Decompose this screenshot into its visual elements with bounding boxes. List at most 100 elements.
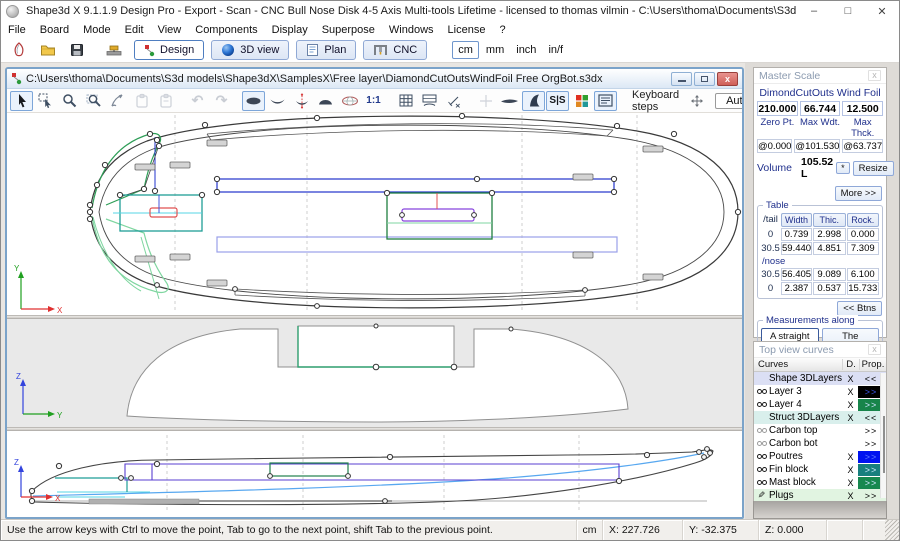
curve-row-layer-3[interactable]: Layer 3X>>	[754, 385, 886, 398]
open-folder-icon[interactable]	[35, 40, 61, 61]
curve-display-toggle[interactable]: X	[843, 374, 858, 384]
thickness-view-icon[interactable]	[314, 91, 337, 111]
curves-panel-title-bar[interactable]: Top view curves x	[754, 342, 886, 358]
layer-visibility-icon[interactable]	[754, 428, 769, 433]
stringer-icon[interactable]: S|S	[546, 91, 569, 111]
curve-display-toggle[interactable]: X	[843, 413, 858, 423]
threed-view-button[interactable]: 3D view	[211, 40, 289, 60]
scan-machine-icon[interactable]	[101, 40, 127, 61]
tail-row-0-value[interactable]: 2.998	[813, 228, 845, 241]
layer-visibility-icon[interactable]	[754, 480, 769, 485]
layer-visibility-icon[interactable]	[754, 467, 769, 472]
redo-icon[interactable]: ↷	[210, 91, 233, 111]
unit-mm[interactable]: mm	[481, 42, 509, 58]
column-header-thic-str[interactable]: Thic. Str	[813, 213, 845, 227]
star-button[interactable]: *	[836, 162, 850, 174]
tail-row-1-value[interactable]: 4.851	[813, 242, 845, 255]
unit-in-f[interactable]: in/f	[543, 42, 568, 58]
doc-minimize-icon[interactable]	[671, 72, 692, 86]
control-points[interactable]	[29, 447, 712, 504]
profile-view-icon[interactable]	[266, 91, 289, 111]
curves-column-header[interactable]: Curves	[754, 359, 842, 370]
pan-hand-tool-icon[interactable]	[106, 91, 129, 111]
layer-visibility-icon[interactable]	[754, 402, 769, 407]
master-scale-title-bar[interactable]: Master Scale x	[754, 68, 886, 84]
layer-visibility-icon[interactable]	[754, 454, 769, 459]
fin-icon[interactable]	[522, 91, 545, 111]
max-thickness-position[interactable]: @63.737	[842, 139, 883, 153]
close-icon[interactable]: x	[868, 70, 881, 81]
curve-row-carbon-top[interactable]: Carbon top>>	[754, 424, 886, 437]
zero-pt-value[interactable]: @0.000	[757, 139, 792, 153]
nose-row-0-value[interactable]: 56.405	[781, 268, 812, 281]
slice-view-icon[interactable]	[290, 91, 313, 111]
more-button[interactable]: More >>	[835, 186, 882, 201]
tail-row-0-value[interactable]: 0.739	[781, 228, 812, 241]
bottom-curve[interactable]	[33, 453, 704, 496]
menu-display[interactable]: Display	[265, 23, 315, 37]
nose-row-0-value[interactable]: 6.100	[847, 268, 879, 281]
design-mode-button[interactable]: Design	[134, 40, 204, 60]
maximize-icon[interactable]: □	[831, 1, 865, 21]
close-icon[interactable]: ✕	[865, 1, 899, 21]
plug-markers[interactable]	[135, 140, 663, 286]
display-column-header[interactable]: D.	[842, 359, 859, 370]
nose-row-0-value[interactable]: 9.089	[813, 268, 845, 281]
thickness-value[interactable]: 12.500	[842, 101, 883, 116]
slice-view-canvas[interactable]: Z Y	[7, 319, 742, 427]
curve-display-toggle[interactable]: X	[843, 452, 858, 462]
colors-icon[interactable]	[570, 91, 593, 111]
prop-column-header[interactable]: Prop.	[859, 359, 886, 370]
scrollbar-thumb[interactable]	[883, 416, 885, 474]
nose-row-1-value[interactable]: 15.733	[847, 282, 879, 295]
zoom-window-tool-icon[interactable]	[82, 91, 105, 111]
pointer-tool-icon[interactable]	[10, 91, 33, 111]
resize-grip[interactable]	[885, 520, 899, 540]
undo-icon[interactable]: ↶	[186, 91, 209, 111]
menu-windows[interactable]: Windows	[382, 23, 441, 37]
curves-scrollbar[interactable]	[880, 373, 886, 498]
column-header-width[interactable]: Width	[781, 213, 812, 227]
menu-view[interactable]: View	[151, 23, 189, 37]
menu-help[interactable]: ?	[492, 23, 512, 37]
curve-row-fin-block[interactable]: Fin blockX>>	[754, 463, 886, 476]
cutout-rectangles[interactable]	[113, 179, 617, 252]
column-header-rock-str[interactable]: Rock. Str	[847, 213, 879, 227]
cnc-mode-button[interactable]: CNC	[363, 40, 427, 60]
curve-row-mast-block[interactable]: Mast blockX>>	[754, 476, 886, 489]
menu-file[interactable]: File	[1, 23, 33, 37]
tail-row-1-value[interactable]: 7.309	[847, 242, 879, 255]
unit-inch[interactable]: inch	[511, 42, 541, 58]
btns-button[interactable]: << Btns	[837, 301, 882, 316]
wireframe-view-icon[interactable]	[338, 91, 361, 111]
rocker-icon[interactable]	[498, 91, 521, 111]
menu-edit[interactable]: Edit	[118, 23, 151, 37]
curve-row-shape-3dlayers[interactable]: Shape 3DLayersX<<	[754, 372, 886, 385]
unit-cm[interactable]: cm	[452, 41, 479, 59]
minimize-icon[interactable]: –	[797, 1, 831, 21]
curve-display-toggle[interactable]: X	[843, 387, 858, 397]
new-board-icon[interactable]	[6, 40, 32, 61]
cutout-lines[interactable]	[55, 463, 619, 497]
doc-restore-icon[interactable]	[694, 72, 715, 86]
outline-view-icon[interactable]	[242, 91, 265, 111]
tail-row-1-value[interactable]: 59.440	[781, 242, 812, 255]
menu-board[interactable]: Board	[33, 23, 76, 37]
tail-row-0-value[interactable]: 0.000	[847, 228, 879, 241]
layer-visibility-icon[interactable]	[754, 441, 769, 446]
slice-shape[interactable]	[127, 326, 628, 422]
menu-mode[interactable]: Mode	[76, 23, 118, 37]
curve-display-toggle[interactable]: X	[843, 465, 858, 475]
curve-display-toggle[interactable]: X	[843, 491, 858, 501]
guidelines-icon[interactable]	[418, 91, 441, 111]
grid-icon[interactable]	[394, 91, 417, 111]
layer-visibility-icon[interactable]	[754, 389, 769, 394]
crosshair-icon[interactable]	[474, 91, 497, 111]
menu-superpose[interactable]: Superpose	[315, 23, 382, 37]
max-width-position[interactable]: @101.530	[794, 139, 840, 153]
select-zone-tool-icon[interactable]	[34, 91, 57, 111]
plan-mode-button[interactable]: Plan	[296, 40, 356, 60]
brush-icon[interactable]: ✎	[754, 490, 769, 501]
width-value[interactable]: 66.744	[800, 101, 841, 116]
profile-view-canvas[interactable]: Z X	[7, 431, 742, 517]
